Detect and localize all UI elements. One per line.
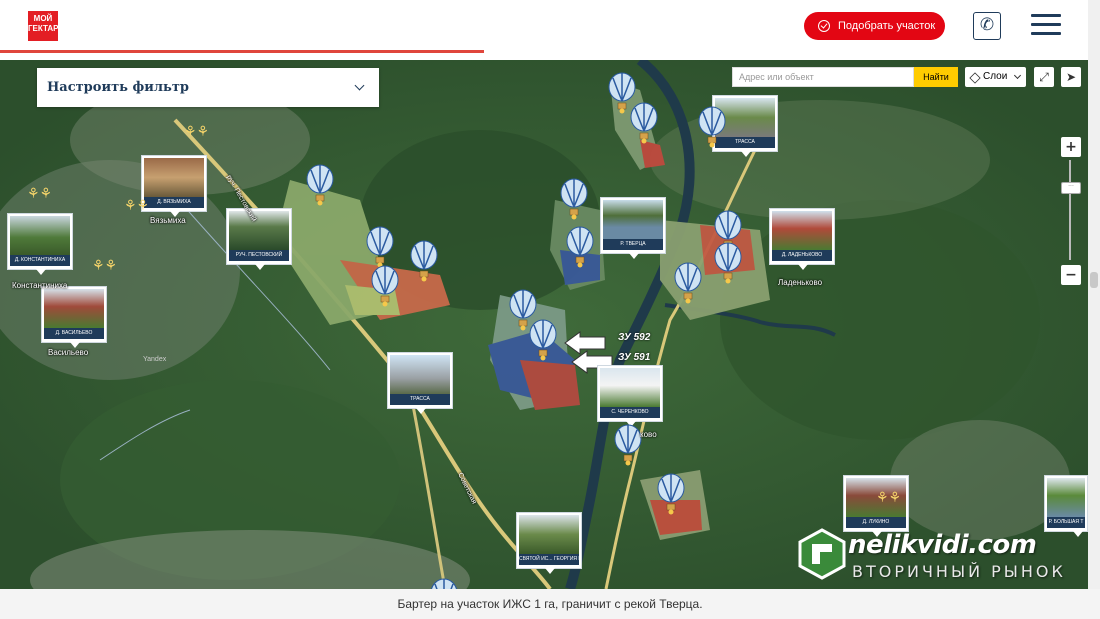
plot-label-592[interactable]: ЗУ 592: [618, 332, 650, 343]
balloon-marker-icon[interactable]: [614, 424, 642, 466]
photo-caption: д. Васильево: [44, 328, 104, 339]
satellite-map[interactable]: Настроить фильтр Адрес или объект Найти …: [0, 60, 1088, 589]
balloon-marker-icon[interactable]: [430, 578, 458, 589]
map-search-input[interactable]: Адрес или объект: [732, 67, 914, 87]
photo-caption: с. Черенково: [600, 407, 660, 418]
photo-image: [44, 289, 104, 328]
photo-image: [519, 515, 579, 554]
photo-marker[interactable]: Трасса: [387, 352, 453, 414]
zoom-slider-track[interactable]: [1069, 160, 1071, 260]
wheat-icon[interactable]: ⚘⚘: [124, 198, 149, 214]
photo-image: [603, 200, 663, 239]
logo-line-2: ГЕКТАР: [28, 24, 59, 33]
photo-caption: д. Ладеньково: [772, 250, 832, 261]
check-circle-icon: [818, 20, 830, 32]
phone-button[interactable]: ✆: [973, 12, 1001, 40]
photo-image: [229, 211, 289, 250]
watermark-name: nelikvidi.com: [848, 530, 1037, 560]
scrollbar-thumb[interactable]: [1090, 272, 1098, 288]
site-header: МОЙ ГЕКТАР Подобрать участок ✆: [0, 0, 1088, 60]
location-arrow-icon: ➤: [1065, 70, 1077, 84]
balloon-marker-icon[interactable]: [698, 106, 726, 148]
balloon-marker-icon[interactable]: [566, 226, 594, 268]
balloon-marker-icon[interactable]: [714, 242, 742, 284]
wheat-icon[interactable]: ⚘⚘: [92, 258, 117, 274]
balloon-marker-icon[interactable]: [410, 240, 438, 282]
photo-marker[interactable]: Святой ис... Георгия Поб...: [516, 512, 582, 574]
photo-caption: р. Большая Т: [1047, 517, 1085, 528]
balloon-marker-icon[interactable]: [560, 178, 588, 220]
logo-line-1: МОЙ: [33, 14, 53, 23]
map-search-button[interactable]: Найти: [914, 67, 958, 87]
layers-label: Слои: [983, 71, 1008, 82]
menu-button[interactable]: [1031, 14, 1061, 36]
nelikvidi-logo-icon: [798, 528, 846, 580]
chevron-down-icon: [354, 80, 365, 91]
photo-marker[interactable]: д. Константиниха: [7, 213, 73, 275]
photo-image: [600, 368, 660, 407]
map-provider-label: Yandex: [143, 356, 167, 363]
photo-image: [144, 158, 204, 197]
place-label: Константиниха: [12, 281, 68, 290]
balloon-marker-icon[interactable]: [674, 262, 702, 304]
zoom-out-button[interactable]: −: [1061, 265, 1081, 285]
plot-label-591[interactable]: ЗУ 591: [618, 352, 650, 363]
balloon-marker-icon[interactable]: [529, 319, 557, 361]
wheat-icon[interactable]: ⚘⚘: [876, 490, 901, 506]
wheat-icon[interactable]: ⚘⚘: [184, 124, 209, 140]
photo-marker[interactable]: руч. Пестовский: [226, 208, 292, 270]
hamburger-icon: [1031, 14, 1061, 17]
filter-dropdown[interactable]: Настроить фильтр: [37, 68, 379, 107]
photo-caption: д. Константиниха: [10, 255, 70, 266]
site-logo[interactable]: МОЙ ГЕКТАР: [28, 11, 58, 41]
balloon-marker-icon[interactable]: [630, 102, 658, 144]
photo-marker[interactable]: д. Ладеньково: [769, 208, 835, 270]
place-label: ково: [640, 430, 657, 439]
photo-marker[interactable]: р. Тверца: [600, 197, 666, 259]
scroll-progress-bar: [0, 50, 484, 53]
layers-dropdown[interactable]: Слои: [965, 67, 1026, 87]
watermark-subtitle: ВТОРИЧНЫЙ РЫНОК: [852, 562, 1066, 581]
balloon-marker-icon[interactable]: [366, 226, 394, 268]
pick-plot-label: Подобрать участок: [838, 20, 936, 32]
wheat-icon[interactable]: ⚘⚘: [27, 186, 52, 202]
filter-label: Настроить фильтр: [47, 80, 189, 95]
page-scrollbar[interactable]: [1088, 0, 1100, 589]
balloon-marker-icon[interactable]: [306, 164, 334, 206]
photo-marker[interactable]: р. Большая Т: [1044, 475, 1088, 537]
photo-caption: р. Тверца: [603, 239, 663, 250]
place-label: Вязьмиха: [150, 216, 186, 225]
photo-caption: д. Вязьмиха: [144, 197, 204, 208]
image-caption: Бартер на участок ИЖС 1 га, граничит с р…: [0, 589, 1100, 619]
zoom-slider-handle[interactable]: ···: [1061, 182, 1081, 194]
balloon-marker-icon[interactable]: [657, 473, 685, 515]
photo-image: [390, 355, 450, 394]
photo-image: [1047, 478, 1085, 517]
place-label: Васильево: [48, 348, 89, 357]
photo-marker[interactable]: д. Васильево: [41, 286, 107, 348]
photo-caption: д. Лукино: [846, 517, 906, 528]
photo-marker[interactable]: с. Черенково: [597, 365, 663, 427]
photo-caption: Святой ис... Георгия Поб...: [519, 554, 579, 565]
geolocation-button[interactable]: ➤: [1061, 67, 1081, 87]
photo-marker[interactable]: д. Вязьмиха: [141, 155, 207, 217]
photo-caption: Трасса: [390, 394, 450, 405]
photo-image: [10, 216, 70, 255]
fullscreen-button[interactable]: ⤢: [1034, 67, 1054, 87]
photo-caption: руч. Пестовский: [229, 250, 289, 261]
expand-icon: ⤢: [1039, 70, 1049, 84]
balloon-marker-icon[interactable]: [371, 265, 399, 307]
phone-icon: ✆: [979, 15, 995, 35]
zoom-in-button[interactable]: +: [1061, 137, 1081, 157]
place-label: Ладеньково: [778, 278, 823, 287]
pick-plot-button[interactable]: Подобрать участок: [804, 12, 945, 40]
watermark: nelikvidi.com ВТОРИЧНЫЙ РЫНОК: [798, 528, 1078, 584]
photo-image: [772, 211, 832, 250]
